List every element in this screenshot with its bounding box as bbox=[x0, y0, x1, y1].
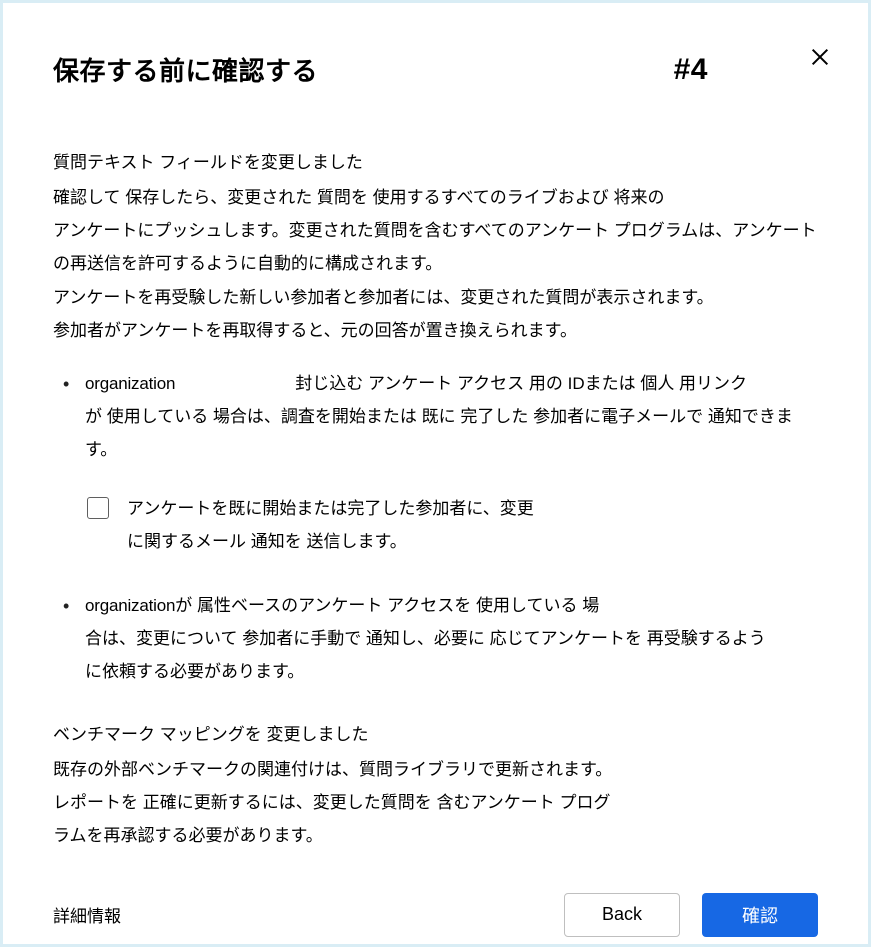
bullet-list: organization 封じ込む アンケート アクセス 用の IDまたは 個人 … bbox=[53, 367, 818, 688]
section-question-text: 質問テキスト フィールドを変更しました 確認して 保存したら、変更された 質問を… bbox=[53, 146, 818, 688]
b2-line1-rest: が 属性ベースのアンケート アクセスを 使用している 場 bbox=[175, 596, 599, 615]
checkbox-label-line2: に関するメール 通知を 送信します。 bbox=[127, 525, 534, 558]
email-notify-row: アンケートを既に開始または完了した参加者に、変更 に関するメール 通知を 送信し… bbox=[87, 492, 818, 558]
bullet-item-1: organization 封じ込む アンケート アクセス 用の IDまたは 個人 … bbox=[81, 367, 818, 559]
close-icon bbox=[809, 46, 831, 68]
close-button[interactable] bbox=[806, 43, 834, 71]
more-info-link[interactable]: 詳細情報 bbox=[53, 902, 121, 927]
b2-org: organization bbox=[85, 596, 175, 615]
b1-rest: が 使用している 場合は、調査を開始または 既に 完了した 参加者に電子メールで… bbox=[85, 400, 818, 466]
confirm-dialog: 保存する前に確認する #4 質問テキスト フィールドを変更しました 確認して 保… bbox=[3, 3, 868, 944]
section1-heading: 質問テキスト フィールドを変更しました bbox=[53, 146, 818, 179]
confirm-button[interactable]: 確認 bbox=[702, 893, 818, 937]
bullet-item-2: organizationが 属性ベースのアンケート アクセスを 使用している 場… bbox=[81, 589, 818, 688]
b2-line3: に依頼する必要があります。 bbox=[85, 655, 818, 688]
section1-p4: 参加者がアンケートを再取得すると、元の回答が置き換えられます。 bbox=[53, 314, 818, 347]
b2-line2: 合は、変更について 参加者に手動で 通知し、必要に 応じてアンケートを 再受験す… bbox=[85, 622, 818, 655]
back-button[interactable]: Back bbox=[564, 893, 680, 937]
section2-p3: ラムを再承認する必要があります。 bbox=[53, 819, 818, 852]
section2-p1: 既存の外部ベンチマークの関連付けは、質問ライブラリで更新されます。 bbox=[53, 753, 818, 786]
section1-p3: アンケートを再受験した新しい参加者と参加者には、変更された質問が表示されます。 bbox=[53, 281, 818, 314]
dialog-title: 保存する前に確認する bbox=[53, 51, 318, 88]
email-notify-label: アンケートを既に開始または完了した参加者に、変更 に関するメール 通知を 送信し… bbox=[127, 492, 534, 558]
b1-inline: 封じ込む アンケート アクセス 用の IDまたは 個人 用リンク bbox=[295, 374, 747, 393]
dialog-header: 保存する前に確認する #4 bbox=[53, 51, 818, 88]
section2-heading: ベンチマーク マッピングを 変更しました bbox=[53, 718, 818, 751]
section1-p2: アンケートにプッシュします。変更された質問を含むすべてのアンケート プログラムは… bbox=[53, 214, 818, 280]
checkbox-label-line1: アンケートを既に開始または完了した参加者に、変更 bbox=[127, 492, 534, 525]
b1-org: organization bbox=[85, 374, 175, 393]
dialog-footer: 詳細情報 Back 確認 bbox=[53, 893, 818, 937]
section1-p1: 確認して 保存したら、変更された 質問を 使用するすべてのライブおよび 将来の bbox=[53, 181, 818, 214]
dialog-content: 質問テキスト フィールドを変更しました 確認して 保存したら、変更された 質問を… bbox=[53, 146, 818, 853]
section2-p2: レポートを 正確に更新するには、変更した質問を 含むアンケート プログ bbox=[53, 786, 818, 819]
dialog-tag: #4 bbox=[674, 53, 708, 87]
email-notify-checkbox[interactable] bbox=[87, 497, 109, 519]
section-benchmark: ベンチマーク マッピングを 変更しました 既存の外部ベンチマークの関連付けは、質… bbox=[53, 718, 818, 853]
button-group: Back 確認 bbox=[564, 893, 818, 937]
